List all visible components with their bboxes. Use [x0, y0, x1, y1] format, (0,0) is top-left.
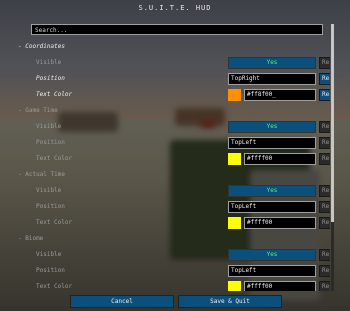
color-swatch [228, 89, 241, 101]
setting-label: Visible [36, 123, 62, 130]
reset-button[interactable]: Reset [319, 89, 330, 101]
search-input[interactable]: Search... [31, 24, 323, 35]
setting-row-text-color: Text Color #ffff00 Reset [14, 280, 330, 291]
visible-toggle-button[interactable]: Yes [228, 57, 316, 69]
color-swatch [228, 281, 241, 291]
setting-label: Position [36, 75, 65, 82]
position-field[interactable]: TopLeft [228, 201, 316, 213]
reset-button[interactable]: Reset [319, 121, 330, 133]
text-color-field[interactable]: #ffff00 [244, 217, 316, 229]
setting-row-text-color: Text Color #ffff00 Reset [14, 152, 330, 166]
setting-label: Position [36, 139, 65, 146]
setting-row-position: Position TopRight Reset [14, 72, 330, 86]
reset-button[interactable]: Reset [319, 137, 330, 149]
visible-toggle-button[interactable]: Yes [228, 121, 316, 133]
setting-row-visible: Visible Yes Reset [14, 184, 330, 198]
setting-label: Text Color [36, 283, 73, 290]
setting-row-visible: Visible Yes Reset [14, 56, 330, 70]
setting-label: Text Color [36, 91, 73, 98]
reset-button[interactable]: Reset [319, 57, 330, 69]
visible-toggle-button[interactable]: Yes [228, 249, 316, 261]
reset-button[interactable]: Reset [319, 185, 330, 197]
setting-label: Position [36, 267, 65, 274]
section-title: - Actual Time [18, 171, 65, 178]
setting-row-visible: Visible Yes Reset [14, 248, 330, 262]
reset-button[interactable]: Reset [319, 249, 330, 261]
settings-list: - Coordinates Visible Yes Reset Position… [14, 38, 330, 291]
setting-row-position: Position TopLeft Reset [14, 200, 330, 214]
color-swatch [228, 153, 241, 165]
position-field[interactable]: TopRight [228, 73, 316, 85]
reset-button[interactable]: Reset [319, 265, 330, 277]
section-header-game-time[interactable]: - Game Time [14, 104, 330, 118]
setting-row-text-color: Text Color #ffff00 Reset [14, 216, 330, 230]
section-header-biome[interactable]: - Biome [14, 232, 330, 246]
setting-row-position: Position TopLeft Reset [14, 264, 330, 278]
color-swatch [228, 217, 241, 229]
list-scrollbar[interactable] [331, 24, 334, 291]
text-color-field[interactable]: #ffff00 [244, 281, 316, 291]
setting-label: Visible [36, 251, 62, 258]
reset-button[interactable]: Reset [319, 217, 330, 229]
text-color-field[interactable]: #ffff00 [244, 153, 316, 165]
text-color-field[interactable]: #ff8f00_ [244, 89, 316, 101]
visible-toggle-button[interactable]: Yes [228, 185, 316, 197]
cancel-button[interactable]: Cancel [70, 295, 174, 308]
setting-label: Visible [36, 59, 62, 66]
reset-button[interactable]: Reset [319, 281, 330, 291]
section-header-actual-time[interactable]: - Actual Time [14, 168, 330, 182]
section-title: - Game Time [18, 107, 58, 114]
scrollbar-thumb[interactable] [331, 24, 334, 222]
reset-button[interactable]: Reset [319, 73, 330, 85]
setting-label: Text Color [36, 219, 73, 226]
setting-row-visible: Visible Yes Reset [14, 120, 330, 134]
setting-label: Text Color [36, 155, 73, 162]
page-title: S.U.I.T.E. HUD [138, 4, 212, 12]
section-header-coordinates[interactable]: - Coordinates [14, 40, 330, 54]
save-and-quit-button[interactable]: Save & Quit [178, 295, 282, 308]
reset-button[interactable]: Reset [319, 153, 330, 165]
section-title: - Coordinates [18, 43, 65, 50]
section-title: - Biome [18, 235, 44, 242]
setting-row-text-color: Text Color #ff8f00_ Reset [14, 88, 330, 102]
position-field[interactable]: TopLeft [228, 137, 316, 149]
reset-button[interactable]: Reset [319, 201, 330, 213]
setting-row-position: Position TopLeft Reset [14, 136, 330, 150]
position-field[interactable]: TopLeft [228, 265, 316, 277]
setting-label: Visible [36, 187, 62, 194]
setting-label: Position [36, 203, 65, 210]
